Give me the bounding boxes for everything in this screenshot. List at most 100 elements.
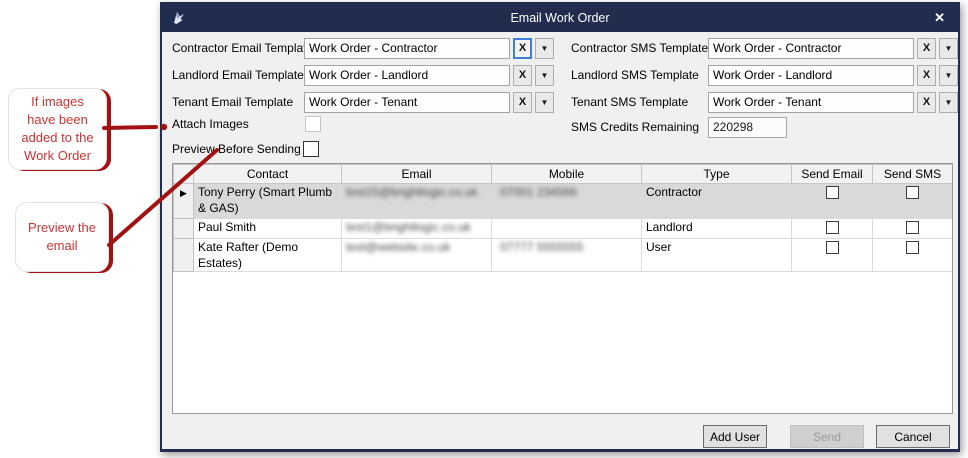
column-header-type[interactable]: Type	[642, 165, 792, 184]
landlord-email-template-clear-button[interactable]: X	[513, 65, 532, 86]
dialog-content: Contractor Email Template Work Order - C…	[162, 32, 958, 449]
send-email-cell	[792, 184, 873, 219]
contractor-email-template-dropdown-button[interactable]: ▼	[535, 38, 554, 59]
landlord-sms-template-label: Landlord SMS Template	[571, 65, 699, 86]
clear-x-icon: X	[923, 43, 930, 54]
email-cell: test@website.co.uk	[342, 239, 492, 272]
type-cell: User	[642, 239, 792, 272]
dialog-title: Email Work Order	[510, 11, 609, 25]
close-button[interactable]: ✕	[934, 4, 945, 32]
dialog-titlebar[interactable]: Email Work Order ✕	[162, 4, 958, 32]
callout-text-line: If images	[9, 93, 106, 111]
sms-credits-remaining-label: SMS Credits Remaining	[571, 117, 699, 138]
attach-images-checkbox[interactable]	[305, 116, 321, 132]
send-email-cell	[792, 219, 873, 239]
table-row[interactable]: Kate Rafter (Demo Estates) test@website.…	[174, 239, 953, 272]
row-selector-cell[interactable]: ▶	[174, 184, 194, 219]
mobile-cell	[492, 219, 642, 239]
landlord-sms-template-field[interactable]: Work Order - Landlord	[708, 65, 914, 86]
recipients-table: Contact Email Mobile Type Send Email Sen…	[173, 164, 953, 414]
table-row[interactable]: Paul Smith test1@brightlogic.co.uk Landl…	[174, 219, 953, 239]
send-email-checkbox[interactable]	[826, 241, 839, 254]
clear-x-icon: X	[519, 70, 526, 81]
column-header-contact[interactable]: Contact	[194, 165, 342, 184]
callout-preview-email: Preview the email	[15, 202, 109, 272]
contractor-email-template-clear-button[interactable]: X	[513, 38, 532, 59]
contractor-sms-template-clear-button[interactable]: X	[917, 38, 936, 59]
table-row[interactable]: ▶ Tony Perry (Smart Plumb & GAS) test15@…	[174, 184, 953, 219]
callout-text-line: email	[16, 237, 108, 255]
send-sms-checkbox[interactable]	[906, 221, 919, 234]
landlord-sms-template-dropdown-button[interactable]: ▼	[939, 65, 958, 86]
send-email-checkbox[interactable]	[826, 186, 839, 199]
dropdown-arrow-icon: ▼	[945, 45, 953, 53]
mobile-cell: 07777 5555555	[492, 239, 642, 272]
landlord-email-template-dropdown-button[interactable]: ▼	[535, 65, 554, 86]
clear-x-icon: X	[519, 97, 526, 108]
column-header-email[interactable]: Email	[342, 165, 492, 184]
send-sms-cell	[873, 219, 953, 239]
callout-attach-images: If images have been added to the Work Or…	[8, 88, 107, 170]
cancel-button[interactable]: Cancel	[876, 425, 950, 448]
page-background: If images have been added to the Work Or…	[0, 0, 968, 458]
tenant-email-template-dropdown-button[interactable]: ▼	[535, 92, 554, 113]
tenant-email-template-clear-button[interactable]: X	[513, 92, 532, 113]
grid-corner-header[interactable]	[174, 165, 194, 184]
blurred-mobile-text: 07001 234566	[500, 185, 577, 199]
column-header-send-email[interactable]: Send Email	[792, 165, 873, 184]
blurred-email-text: test@website.co.uk	[346, 240, 450, 254]
blurred-mobile-text: 07777 5555555	[500, 240, 583, 254]
add-user-button[interactable]: Add User	[703, 425, 767, 448]
grid-empty-area	[174, 272, 953, 415]
contact-cell: Kate Rafter (Demo Estates)	[194, 239, 342, 272]
type-cell: Contractor	[642, 184, 792, 219]
callout-text-line: Work Order	[9, 147, 106, 165]
contact-cell: Paul Smith	[194, 219, 342, 239]
contractor-sms-template-dropdown-button[interactable]: ▼	[939, 38, 958, 59]
tenant-sms-template-field[interactable]: Work Order - Tenant	[708, 92, 914, 113]
preview-before-sending-checkbox[interactable]	[303, 141, 319, 157]
landlord-email-template-label: Landlord Email Template	[172, 65, 304, 86]
contact-cell: Tony Perry (Smart Plumb & GAS)	[194, 184, 342, 219]
send-sms-checkbox[interactable]	[906, 241, 919, 254]
send-sms-checkbox[interactable]	[906, 186, 919, 199]
column-header-send-sms[interactable]: Send SMS	[873, 165, 953, 184]
dropdown-arrow-icon: ▼	[541, 72, 549, 80]
row-selector-cell[interactable]	[174, 239, 194, 272]
dropdown-arrow-icon: ▼	[541, 99, 549, 107]
recipients-grid: Contact Email Mobile Type Send Email Sen…	[172, 163, 953, 414]
type-cell: Landlord	[642, 219, 792, 239]
clear-x-icon: X	[923, 70, 930, 81]
send-sms-cell	[873, 239, 953, 272]
email-work-order-dialog: Email Work Order ✕ Contractor Email Temp…	[160, 2, 960, 452]
row-selector-cell[interactable]	[174, 219, 194, 239]
contractor-sms-template-field[interactable]: Work Order - Contractor	[708, 38, 914, 59]
column-header-mobile[interactable]: Mobile	[492, 165, 642, 184]
app-logo-icon	[171, 10, 187, 26]
mobile-cell: 07001 234566	[492, 184, 642, 219]
callout-text-line: Preview the	[16, 219, 108, 237]
tenant-sms-template-clear-button[interactable]: X	[917, 92, 936, 113]
email-cell: test1@brightlogic.co.uk	[342, 219, 492, 239]
attach-images-label: Attach Images	[172, 114, 249, 135]
send-sms-cell	[873, 184, 953, 219]
tenant-sms-template-label: Tenant SMS Template	[571, 92, 688, 113]
tenant-sms-template-dropdown-button[interactable]: ▼	[939, 92, 958, 113]
clear-x-icon: X	[923, 97, 930, 108]
attach-images-connector-line	[104, 127, 156, 128]
dropdown-arrow-icon: ▼	[541, 45, 549, 53]
dropdown-arrow-icon: ▼	[945, 72, 953, 80]
clear-x-icon: X	[519, 43, 526, 54]
tenant-email-template-label: Tenant Email Template	[172, 92, 293, 113]
contractor-email-template-field[interactable]: Work Order - Contractor	[304, 38, 510, 59]
tenant-email-template-field[interactable]: Work Order - Tenant	[304, 92, 510, 113]
send-email-cell	[792, 239, 873, 272]
send-button[interactable]: Send	[790, 425, 864, 448]
landlord-email-template-field[interactable]: Work Order - Landlord	[304, 65, 510, 86]
contractor-email-template-label: Contractor Email Template	[172, 38, 313, 59]
close-icon: ✕	[934, 10, 945, 25]
sms-credits-remaining-field: 220298	[708, 117, 787, 138]
current-row-arrow-icon: ▶	[180, 188, 187, 198]
landlord-sms-template-clear-button[interactable]: X	[917, 65, 936, 86]
send-email-checkbox[interactable]	[826, 221, 839, 234]
